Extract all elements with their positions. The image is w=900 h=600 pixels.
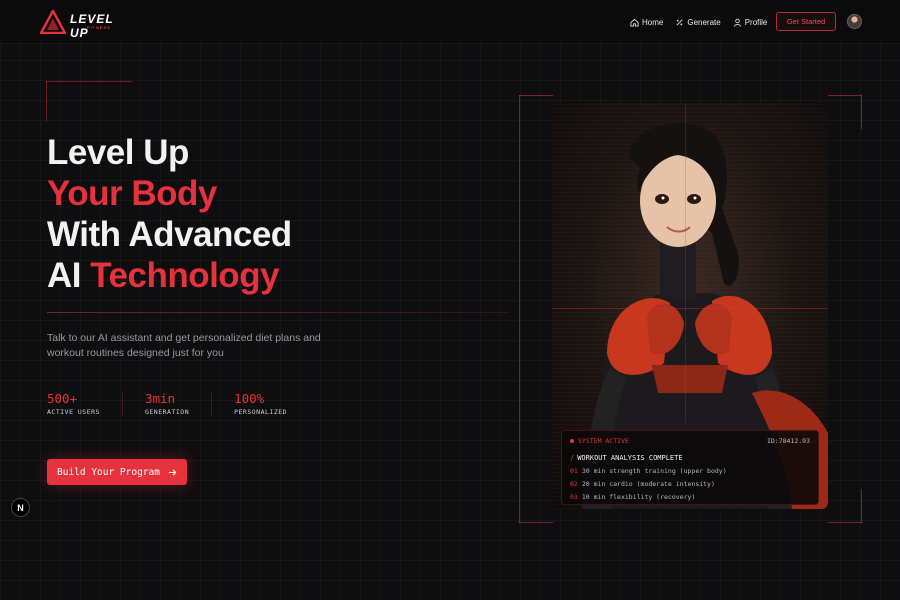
stat-label: ACTIVE USERS [47, 408, 100, 416]
terminal-item-num: 03 [570, 493, 578, 501]
nav-links: Home Generate Profile [630, 16, 767, 28]
hero-title-line-1: Level Up [47, 133, 189, 172]
corner-accent-vertical [46, 81, 47, 121]
nav-link-profile[interactable]: Profile [733, 16, 768, 28]
terminal-heading: / WORKOUT ANALYSIS COMPLETE [570, 454, 810, 462]
terminal-header: SYSTEM ACTIVE ID:78412.93 [570, 437, 810, 445]
terminal-heading-text: WORKOUT ANALYSIS COMPLETE [577, 454, 683, 462]
nav-link-home[interactable]: Home [630, 16, 663, 28]
frame-corner-tr-h [828, 95, 862, 96]
scan-line-horizontal [552, 308, 828, 309]
hero-description: Talk to our AI assistant and get persona… [47, 332, 321, 359]
workout-terminal: SYSTEM ACTIVE ID:78412.93 /WORKOUT ANALY… [561, 430, 819, 505]
stat-label: PERSONALIZED [234, 408, 288, 416]
frame-corner-bl-h [519, 522, 553, 523]
frame-corner-tr-v [861, 95, 862, 129]
terminal-item-text: 20 min cardio (moderate intensity) [581, 480, 715, 488]
frame-corner-tl-v [519, 95, 520, 523]
status-dot-icon [570, 439, 574, 443]
stats-row: 500+ ACTIVE USERS 3min GENERATION 100% P… [47, 392, 331, 416]
nav-link-home-label: Home [642, 17, 664, 27]
system-id: ID:78412.93 [766, 437, 810, 445]
stat-active-users: 500+ ACTIVE USERS [47, 392, 123, 416]
terminal-item: 03 10 min flexibility (recovery) [570, 493, 810, 501]
hero-title: Level Up Your Body With Advanced AI Tech… [47, 132, 292, 296]
stat-value: 3min [144, 391, 176, 406]
hero-title-line-3: With Advanced [47, 215, 292, 254]
frame-corner-br-h [828, 522, 862, 523]
terminal-item: 02 20 min cardio (moderate intensity) [570, 480, 810, 488]
scan-line-vertical [685, 103, 686, 423]
avatar[interactable] [847, 14, 862, 29]
terminal-item-text: 30 min strength training (upper body) [581, 467, 727, 475]
arrow-right-icon [168, 468, 177, 476]
logo-triangle-icon [40, 10, 66, 34]
system-status: SYSTEM ACTIVE [570, 437, 629, 445]
nav-link-generate[interactable]: Generate [675, 16, 721, 28]
hero-title-ai: AI [47, 256, 91, 295]
stat-value: 100% [234, 391, 265, 406]
terminal-item: 01 30 min strength training (upper body) [570, 467, 810, 475]
navbar: LEVEL UP FITNESS Home Generate Profile G… [0, 0, 900, 44]
user-icon [733, 18, 741, 27]
nav-link-profile-label: Profile [744, 17, 768, 27]
terminal-heading-slash: / [570, 454, 575, 462]
terminal-item-text: 10 min flexibility (recovery) [581, 493, 696, 501]
hero-title-line-4: AI Technology [47, 255, 292, 296]
terminal-item-num: 01 [570, 467, 578, 475]
hero-title-line-2: Your Body [47, 174, 217, 213]
system-status-label: SYSTEM ACTIVE [578, 437, 629, 445]
stat-personalized: 100% PERSONALIZED [234, 391, 309, 417]
stat-value: 500+ [47, 391, 78, 406]
home-icon [630, 18, 639, 27]
frame-corner-br-v [861, 489, 862, 523]
hero-divider [47, 312, 509, 313]
stat-generation: 3min GENERATION [144, 391, 213, 416]
generate-icon [676, 18, 683, 26]
build-program-button[interactable]: Build Your Program [47, 459, 187, 485]
hero-title-technology: Technology [90, 256, 280, 295]
nav-link-generate-label: Generate [687, 17, 721, 27]
framework-badge[interactable]: N [11, 498, 30, 517]
build-program-label: Build Your Program [57, 466, 160, 478]
corner-accent [46, 81, 132, 82]
stat-label: GENERATION [144, 408, 190, 416]
logo[interactable]: LEVEL UP FITNESS [40, 10, 132, 40]
logo-subtext: FITNESS [87, 25, 111, 30]
frame-corner-tl-h [519, 95, 553, 96]
get-started-button[interactable]: Get Started [776, 12, 836, 31]
terminal-item-num: 02 [570, 480, 578, 488]
